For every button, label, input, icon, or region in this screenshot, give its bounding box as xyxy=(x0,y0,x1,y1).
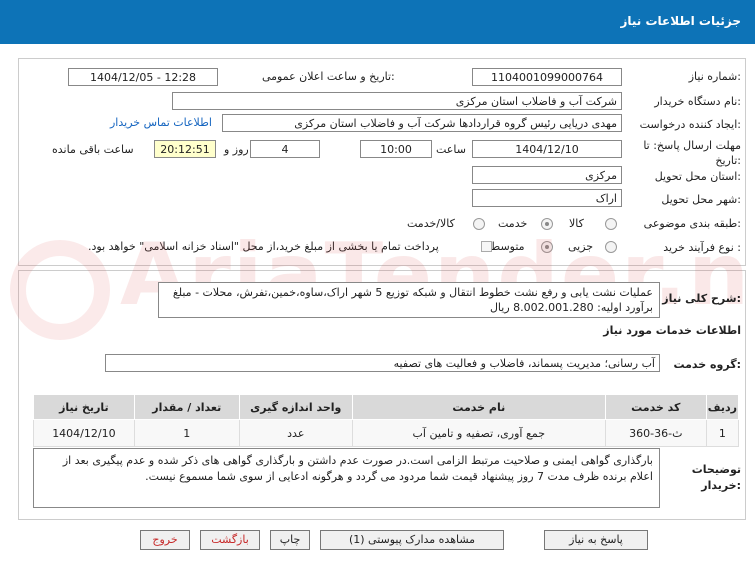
city-label: شهر محل تحویل: xyxy=(661,193,741,206)
page-header: جزئیات اطلاعات نیاز xyxy=(0,0,755,44)
col-header-quantity: تعداد / مقدار xyxy=(133,394,240,420)
col-header-need-date: تاریخ نیاز xyxy=(33,394,135,420)
col-header-service-name: نام خدمت xyxy=(351,394,606,420)
days-label: روز و xyxy=(224,143,249,156)
deadline-date-field: 1404/12/10 xyxy=(472,140,622,158)
page-title: جزئیات اطلاعات نیاز xyxy=(620,14,741,28)
remaining-time-field: 20:12:51 xyxy=(154,140,216,158)
cell-need-date: 1404/12/10 xyxy=(33,419,135,447)
creator-field: مهدی دریایی رئیس گروه قراردادها شرکت آب … xyxy=(222,114,622,132)
contact-buyer-link[interactable]: اطلاعات تماس خریدار xyxy=(110,116,212,129)
buyer-org-field: شرکت آب و فاضلاب استان مرکزی xyxy=(172,92,622,110)
deadline-label: مهلت ارسال پاسخ: تا تاریخ: xyxy=(643,139,741,167)
services-heading: اطلاعات خدمات مورد نیاز xyxy=(603,324,741,337)
deadline-time-field: 10:00 xyxy=(360,140,432,158)
remaining-label: ساعت باقی مانده xyxy=(52,143,134,156)
attachments-button[interactable]: مشاهده مدارک پیوستی (1) xyxy=(320,530,504,550)
announce-label: تاریخ و ساعت اعلان عمومی: xyxy=(262,70,395,83)
services-table: ردیف کد خدمت نام خدمت واحد اندازه گیری ت… xyxy=(33,394,740,447)
buyer-notes-label: توضیحات خریدار: xyxy=(691,463,741,492)
cell-row-number: 1 xyxy=(705,419,740,447)
summary-label: شرح کلی نیاز: xyxy=(662,292,741,305)
service-group-field: آب رسانی؛ مدیریت پسماند، فاضلاب و فعالیت… xyxy=(105,354,660,372)
buyer-org-label: نام دستگاه خریدار: xyxy=(654,95,741,108)
watermark-logo-icon xyxy=(10,240,110,340)
col-header-row-number: ردیف xyxy=(705,394,740,420)
need-number-field: 1104001099000764 xyxy=(472,68,622,86)
days-field: 4 xyxy=(250,140,320,158)
service-group-label: گروه خدمت: xyxy=(673,358,741,371)
need-number-label: شماره نیاز: xyxy=(688,70,741,83)
province-label: استان محل تحویل: xyxy=(654,170,741,183)
cell-service-code: ث-36-360 xyxy=(604,419,707,447)
back-button[interactable]: بازگشت xyxy=(200,530,260,550)
cell-service-name: جمع آوری، تصفیه و تامین آب xyxy=(351,419,606,447)
table-header-row: ردیف کد خدمت نام خدمت واحد اندازه گیری ت… xyxy=(33,394,740,420)
announce-field: 1404/12/05 - 12:28 xyxy=(68,68,218,86)
creator-label: ایجاد کننده درخواست: xyxy=(639,118,741,131)
buyer-notes-textarea[interactable]: بارگذاری گواهی ایمنی و صلاحیت مرتبط الزا… xyxy=(33,448,660,508)
summary-textarea[interactable]: عملیات نشت یابی و رفع نشت خطوط انتقال و … xyxy=(158,282,660,318)
table-row: 1 ث-36-360 جمع آوری، تصفیه و تامین آب عد… xyxy=(33,419,740,447)
city-field: اراک xyxy=(472,189,622,207)
reply-button[interactable]: پاسخ به نیاز xyxy=(544,530,648,550)
col-header-unit: واحد اندازه گیری xyxy=(238,394,353,420)
time-label: ساعت xyxy=(436,143,466,156)
col-header-service-code: کد خدمت xyxy=(604,394,707,420)
print-button[interactable]: چاپ xyxy=(270,530,310,550)
province-field: مرکزی xyxy=(472,166,622,184)
cell-quantity: 1 xyxy=(133,419,240,447)
cell-unit: عدد xyxy=(238,419,353,447)
exit-button[interactable]: خروج xyxy=(140,530,190,550)
